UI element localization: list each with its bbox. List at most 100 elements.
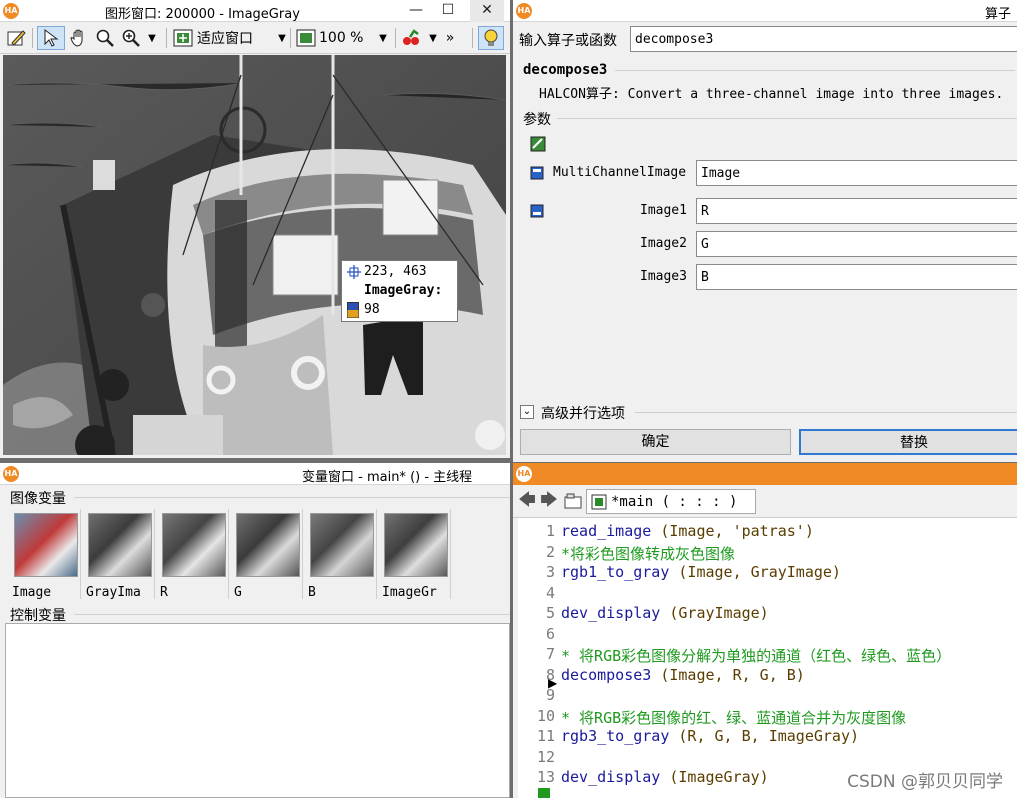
param-label: Image3 xyxy=(640,269,687,284)
line-number: 7 xyxy=(545,645,555,663)
pointer-icon[interactable] xyxy=(37,26,65,50)
replace-button[interactable]: 替换 xyxy=(799,429,1017,455)
zoom-level-label[interactable]: 100 % xyxy=(319,26,369,50)
code-line[interactable]: * 将RGB彩色图像分解为单独的通道（红色、绿色、蓝色） xyxy=(561,645,951,666)
code-line[interactable]: read_image (Image, 'patras') xyxy=(561,522,814,540)
code-line[interactable]: rgb3_to_gray (R, G, B, ImageGray) xyxy=(561,727,859,745)
image-var-thumbnail[interactable]: B xyxy=(305,509,377,600)
operator-input[interactable]: decompose3 xyxy=(630,26,1017,52)
image-var-thumbnail[interactable]: ImageGr xyxy=(379,509,451,600)
procedure-icon[interactable] xyxy=(563,489,583,513)
graphics-window-titlebar[interactable]: HA 图形窗口: 200000 - ImageGray — ☐ ✕ xyxy=(0,0,510,22)
graphics-window-title: 图形窗口: 200000 - ImageGray xyxy=(105,7,300,22)
operator-window-titlebar[interactable]: HA 算子 xyxy=(513,0,1017,22)
param-label: Image1 xyxy=(640,203,687,218)
code-line[interactable]: *将彩色图像转成灰色图像 xyxy=(561,543,735,564)
advanced-options-label[interactable]: 高级并行选项 xyxy=(541,403,625,423)
line-number-gutter: 1 2 3 4 5 6 7 8 9 10 11 12 13 xyxy=(518,518,557,798)
section-divider xyxy=(635,412,1017,413)
more-tools-button[interactable]: » xyxy=(443,26,457,50)
params-token: (Image, 'patras') xyxy=(651,522,814,540)
fit-window-label[interactable]: 适应窗口 xyxy=(197,26,259,50)
halcon-logo-icon: HA xyxy=(516,3,532,19)
advanced-toggle-checkbox[interactable]: ⌄ xyxy=(520,405,534,419)
hand-icon[interactable] xyxy=(67,26,91,50)
line-number: 12 xyxy=(536,747,555,766)
fit-window-dropdown-icon[interactable]: ▼ xyxy=(275,26,289,50)
param-label: MultiChannelImage xyxy=(553,165,687,180)
line-number: 3 xyxy=(545,563,555,581)
magnify-icon[interactable] xyxy=(93,26,117,50)
variable-window-titlebar[interactable]: HA 变量窗口 - main* () - 主线程 xyxy=(0,463,510,485)
minimize-button[interactable]: — xyxy=(400,0,432,22)
program-window-titlebar[interactable]: HA xyxy=(513,463,1017,485)
image-var-thumbnail[interactable]: G xyxy=(231,509,303,600)
graphics-window: HA 图形窗口: 200000 - ImageGray — ☐ ✕ ▼ 适应窗口… xyxy=(0,0,510,458)
gray-value-icon xyxy=(347,302,359,318)
zoom-dropdown-icon[interactable]: ▼ xyxy=(145,26,159,50)
toolbar-separator xyxy=(472,28,473,48)
line-number: 6 xyxy=(545,624,555,643)
maximize-button[interactable]: ☐ xyxy=(432,0,464,22)
color-icon[interactable] xyxy=(400,26,424,50)
ship-grayscale-image xyxy=(3,55,506,455)
fit-window-icon[interactable] xyxy=(172,26,194,50)
gray-image-preview xyxy=(310,513,374,577)
pixel-coords: 223, 463 xyxy=(364,264,427,279)
section-divider xyxy=(74,497,510,498)
param-input[interactable]: G xyxy=(696,231,1017,257)
watermark: CSDN @郭贝贝同学 xyxy=(847,772,1003,792)
back-arrow-icon[interactable]: 🡄 xyxy=(517,489,537,513)
edit-icon[interactable] xyxy=(4,26,28,50)
code-line[interactable]: dev_display (GrayImage) xyxy=(561,604,769,622)
comment-token: * 将RGB彩色图像的红、绿、蓝通道合并为灰度图像 xyxy=(561,708,907,727)
param-input[interactable]: R xyxy=(696,198,1017,224)
zoom-level-icon[interactable] xyxy=(295,26,317,50)
image-var-name: B xyxy=(308,585,316,600)
comment-token: *将彩色图像转成灰色图像 xyxy=(561,544,736,563)
code-line[interactable]: decompose3 (Image, R, G, B) xyxy=(561,666,805,684)
color-dropdown-icon[interactable]: ▼ xyxy=(426,26,440,50)
zoom-in-icon[interactable] xyxy=(119,26,143,50)
image-var-thumbnail[interactable]: GrayIma xyxy=(83,509,155,600)
variable-window-title: 变量窗口 - main* () - 主线程 xyxy=(302,470,473,485)
control-vars-area[interactable] xyxy=(5,623,510,798)
color-image-preview xyxy=(14,513,78,577)
operator-window: HA 算子 输入算子或函数 decompose3 decompose3 HALC… xyxy=(513,0,1017,462)
code-line[interactable]: dev_display (ImageGray) xyxy=(561,768,769,786)
pixel-gray-value: 98 xyxy=(364,302,380,317)
operator-description: HALCON算子: Convert a three-channel image … xyxy=(539,87,1004,102)
close-button[interactable]: ✕ xyxy=(470,0,504,22)
zoom-level-dropdown-icon[interactable]: ▼ xyxy=(376,26,390,50)
lightbulb-icon[interactable] xyxy=(478,26,504,50)
forward-arrow-icon[interactable]: 🡆 xyxy=(539,489,559,513)
operator-icon[interactable] xyxy=(530,136,546,152)
code-line[interactable]: * 将RGB彩色图像的红、绿、蓝通道合并为灰度图像 xyxy=(561,707,906,728)
ok-button[interactable]: 确定 xyxy=(520,429,791,455)
image-var-name: GrayIma xyxy=(86,585,141,600)
image-var-name: ImageGr xyxy=(382,585,437,600)
line-number: 4 xyxy=(545,583,555,602)
code-line[interactable]: rgb1_to_gray (Image, GrayImage) xyxy=(561,563,841,581)
section-divider xyxy=(557,118,1017,119)
params-section-label: 参数 xyxy=(523,112,551,128)
program-toolbar: 🡄 🡆 *main ( : : : ) xyxy=(513,485,1017,518)
line-number: 2 xyxy=(545,542,555,561)
params-token: (GrayImage) xyxy=(660,604,769,622)
image-var-thumbnail[interactable]: Image xyxy=(9,509,81,600)
params-token: (R, G, B, ImageGray) xyxy=(669,727,860,745)
gray-image-preview xyxy=(162,513,226,577)
params-token: (ImageGray) xyxy=(660,768,769,786)
line-number: 10 xyxy=(536,706,555,725)
section-divider xyxy=(74,614,510,615)
main-procedure-tab-label: *main ( : : : ) xyxy=(611,494,738,510)
main-procedure-tab[interactable]: *main ( : : : ) xyxy=(586,489,756,514)
image-display[interactable]: 223, 463 ImageGray: 98 xyxy=(3,55,506,455)
image-var-thumbnail[interactable]: R xyxy=(157,509,229,600)
param-input[interactable]: Image xyxy=(696,160,1017,186)
param-input[interactable]: B xyxy=(696,264,1017,290)
operator-token: rgb1_to_gray xyxy=(561,563,670,581)
program-editor[interactable]: 1 2 3 4 5 6 7 8 9 10 11 12 13 read_image (Image, 'pa… xyxy=(518,518,1017,798)
crosshair-icon xyxy=(347,265,361,279)
operator-name: decompose3 xyxy=(523,62,608,78)
